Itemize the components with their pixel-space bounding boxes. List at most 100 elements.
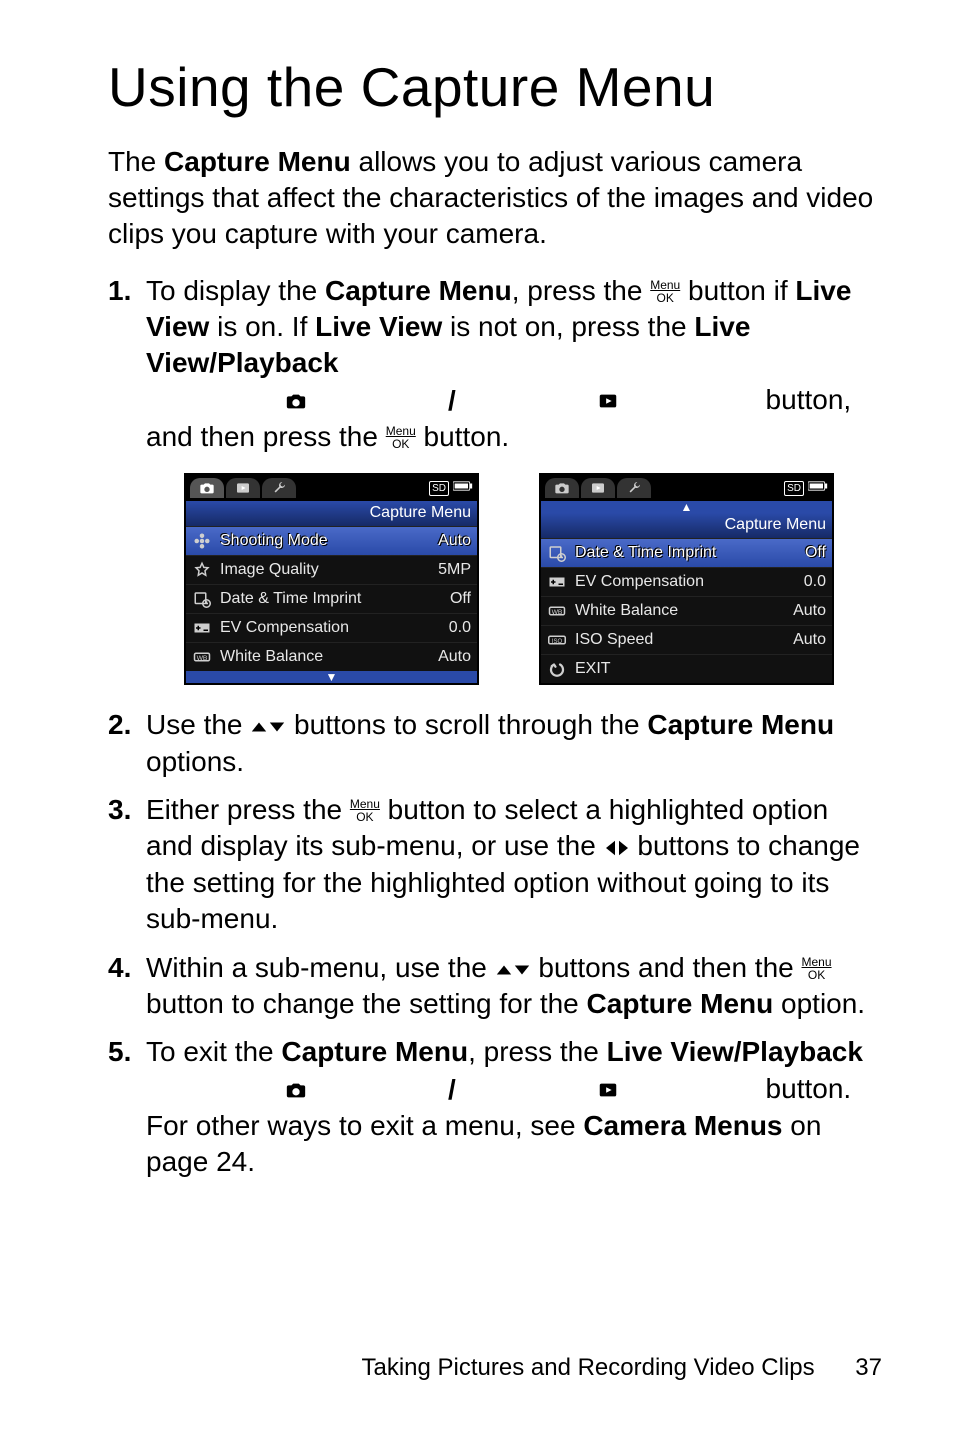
- live-view-playback-icon: /: [146, 1072, 758, 1108]
- left-right-arrows-icon: [604, 839, 630, 857]
- wrench-icon: [626, 413, 642, 563]
- term: Capture Menu: [587, 988, 774, 1019]
- text: Within a sub-menu, use the: [146, 952, 495, 983]
- menu-ok-icon: MenuOK: [350, 798, 380, 823]
- menu-item-label: EV Compensation: [220, 618, 425, 639]
- exit-icon: [545, 660, 569, 678]
- wb-icon: [545, 602, 569, 620]
- step-1: To display the Capture Menu, press the M…: [108, 273, 882, 686]
- tab-setup: [262, 478, 296, 498]
- step-4: Within a sub-menu, use the buttons and t…: [108, 950, 882, 1023]
- menu-item-value: Off: [786, 543, 826, 564]
- text: is on. If: [209, 311, 315, 342]
- iso-icon: [545, 631, 569, 649]
- play-icon: [458, 390, 758, 412]
- menu-item-label: Date & Time Imprint: [575, 543, 780, 564]
- capture-menu-screenshot-right: SD ▲ Capture Menu Date & Time ImprintOff…: [539, 473, 834, 685]
- text: option.: [773, 988, 865, 1019]
- menu-item-label: EXIT: [575, 659, 780, 680]
- tab-capture: [545, 478, 579, 498]
- star-icon: [190, 561, 214, 579]
- screenshot-row: SD Capture Menu Shooting ModeAutoImage Q…: [184, 473, 882, 685]
- camera-icon: [146, 1079, 446, 1101]
- text: button if: [680, 275, 795, 306]
- up-down-arrows-icon: [495, 961, 531, 979]
- text: Use the: [146, 709, 250, 740]
- step-5: To exit the Capture Menu, press the Live…: [108, 1034, 882, 1180]
- text: To display the: [146, 275, 325, 306]
- ev-icon: [190, 619, 214, 637]
- menu-row: EV Compensation0.0: [541, 567, 832, 596]
- term: Capture Menu: [281, 1036, 468, 1067]
- text: options.: [146, 746, 244, 777]
- page-title: Using the Capture Menu: [108, 52, 882, 124]
- up-arrow-icon: [495, 961, 513, 979]
- tab-bar: SD: [541, 475, 832, 501]
- ok-label: OK: [350, 811, 380, 823]
- steps-list: To display the Capture Menu, press the M…: [108, 273, 882, 1181]
- menu-row: ISO Speed Auto: [541, 625, 832, 654]
- menu-item-value: 5MP: [431, 560, 471, 581]
- menu-item-value: 0.0: [431, 618, 471, 639]
- step-2: Use the buttons to scroll through the Ca…: [108, 707, 882, 780]
- camera-icon: [199, 413, 215, 563]
- down-arrow-icon: [513, 961, 531, 979]
- menu-item-label: Shooting Mode: [220, 531, 425, 552]
- ok-label: OK: [650, 292, 680, 304]
- menu-item-label: Image Quality: [220, 560, 425, 581]
- menu-row: EV Compensation 0.0: [186, 613, 477, 642]
- term: Camera Menus: [583, 1110, 782, 1141]
- tab-bar: SD: [186, 475, 477, 501]
- tab-setup: [617, 478, 651, 498]
- text: Either press the: [146, 794, 350, 825]
- down-arrow-icon: [268, 718, 286, 736]
- text: To exit the: [146, 1036, 281, 1067]
- menu-row: White BalanceAuto: [186, 642, 477, 671]
- ok-label: OK: [802, 969, 832, 981]
- term: Live View/Playback: [607, 1036, 863, 1067]
- text: The: [108, 146, 164, 177]
- tab-playback: [581, 478, 615, 498]
- tab-capture: [190, 478, 224, 498]
- camera-icon: [554, 413, 570, 563]
- text: is not on, press the: [442, 311, 694, 342]
- menu-row: Shooting ModeAuto: [186, 526, 477, 555]
- left-arrow-icon: [604, 839, 617, 857]
- menu-row: EXIT: [541, 654, 832, 683]
- capture-menu-screenshot-left: SD Capture Menu Shooting ModeAutoImage Q…: [184, 473, 479, 685]
- menu-ok-icon: MenuOK: [802, 956, 832, 981]
- term-capture-menu: Capture Menu: [164, 146, 351, 177]
- scroll-down-indicator: ▼: [186, 671, 477, 683]
- play-icon: [590, 413, 606, 563]
- page-footer: Taking Pictures and Recording Video Clip…: [0, 1352, 882, 1383]
- text: , press the: [468, 1036, 607, 1067]
- menu-label: Menu: [350, 798, 380, 810]
- text: button to change the setting for the: [146, 988, 587, 1019]
- footer-section: Taking Pictures and Recording Video Clip…: [361, 1354, 814, 1381]
- battery-icon: [808, 478, 828, 499]
- menu-item-value: 0.0: [786, 572, 826, 593]
- menu-item-label: ISO Speed: [575, 630, 780, 651]
- ev-icon: [545, 573, 569, 591]
- sd-indicator: SD: [429, 481, 449, 496]
- menu-ok-icon: MenuOK: [650, 279, 680, 304]
- menu-row: Date & Time ImprintOff: [186, 584, 477, 613]
- menu-row: Image Quality 5MP: [186, 555, 477, 584]
- wb-icon: [190, 648, 214, 666]
- text: buttons and then the: [531, 952, 802, 983]
- menu-item-label: White Balance: [220, 647, 425, 668]
- menu-label: Menu: [386, 425, 416, 437]
- menu-label: Menu: [802, 956, 832, 968]
- menu-row: White BalanceAuto: [541, 596, 832, 625]
- dateimp-icon: [190, 590, 214, 608]
- menu-row: Date & Time Imprint Off: [541, 538, 832, 567]
- menu-item-value: Auto: [786, 630, 826, 651]
- intro-paragraph: The Capture Menu allows you to adjust va…: [108, 144, 882, 253]
- term: Capture Menu: [325, 275, 512, 306]
- menu-item-label: White Balance: [575, 601, 780, 622]
- term: Live View: [315, 311, 442, 342]
- text: buttons to scroll through the: [286, 709, 647, 740]
- scroll-up-indicator: ▲: [541, 501, 832, 513]
- sd-indicator: SD: [784, 481, 804, 496]
- menu-label: Menu: [650, 279, 680, 291]
